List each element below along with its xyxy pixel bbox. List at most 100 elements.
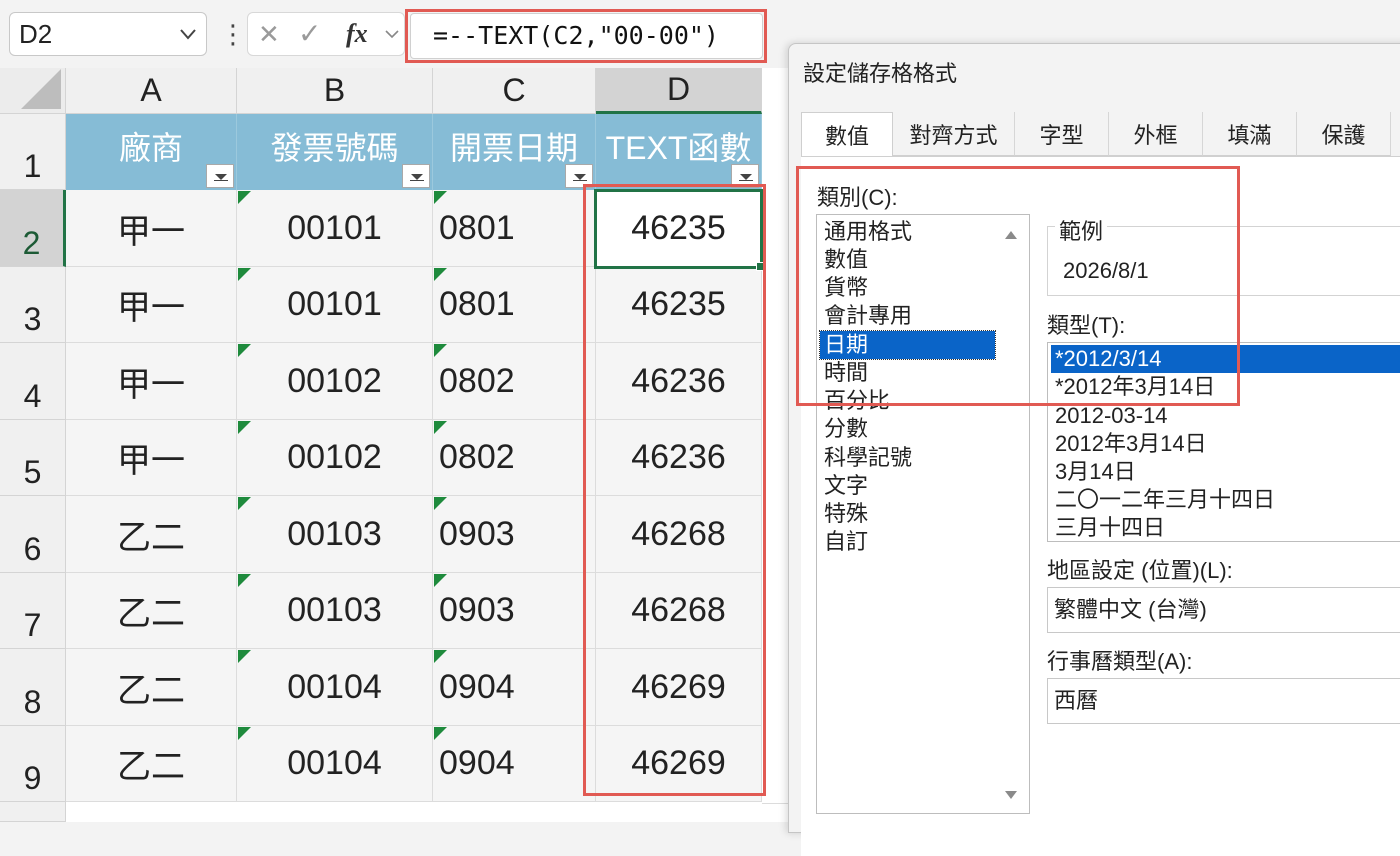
column-header-d[interactable]: D	[596, 68, 762, 114]
list-item[interactable]: 三月十四日	[1051, 514, 1400, 541]
cancel-icon[interactable]: ✕	[258, 13, 280, 55]
list-item[interactable]: 自訂	[820, 528, 995, 556]
error-indicator-icon[interactable]	[434, 344, 447, 357]
table-cell[interactable]: 00104	[237, 726, 433, 802]
scroll-up-icon[interactable]	[1005, 231, 1017, 239]
list-item[interactable]: *2012年3月14日	[1051, 373, 1400, 401]
table-cell[interactable]: 00104	[237, 649, 433, 726]
error-indicator-icon[interactable]	[238, 727, 251, 740]
error-indicator-icon[interactable]	[434, 727, 447, 740]
table-header-cell[interactable]: 開票日期	[433, 114, 596, 190]
table-header-cell[interactable]: TEXT函數	[596, 114, 762, 190]
error-indicator-icon[interactable]	[434, 650, 447, 663]
table-cell[interactable]: 0903	[433, 573, 596, 649]
table-cell[interactable]: 甲一	[66, 420, 237, 496]
locale-select[interactable]: 繁體中文 (台灣)	[1047, 587, 1400, 633]
table-cell[interactable]: 乙二	[66, 573, 237, 649]
table-cell[interactable]: 46235	[596, 190, 762, 267]
table-cell[interactable]: 46268	[596, 573, 762, 649]
chevron-down-icon[interactable]	[179, 13, 197, 70]
empty-column[interactable]	[762, 114, 790, 804]
list-item[interactable]: 2012-03-14	[1051, 402, 1400, 430]
table-cell[interactable]: 0904	[433, 726, 596, 802]
table-cell[interactable]: 46235	[596, 267, 762, 343]
table-cell[interactable]: 甲一	[66, 267, 237, 343]
table-cell[interactable]: 甲一	[66, 343, 237, 420]
formula-input[interactable]: =--TEXT(C2,"00-00")	[410, 13, 763, 59]
error-indicator-icon[interactable]	[238, 344, 251, 357]
error-indicator-icon[interactable]	[238, 497, 251, 510]
table-cell[interactable]: 乙二	[66, 649, 237, 726]
list-item[interactable]: 數值	[820, 246, 995, 274]
row-header-5[interactable]: 5	[0, 420, 66, 496]
list-item[interactable]: 貨幣	[820, 274, 995, 302]
row-header-3[interactable]: 3	[0, 267, 66, 343]
table-cell[interactable]: 0801	[433, 267, 596, 343]
table-cell[interactable]: 46268	[596, 496, 762, 573]
table-cell[interactable]: 乙二	[66, 496, 237, 573]
row-header-8[interactable]: 8	[0, 649, 66, 726]
table-cell[interactable]: 0903	[433, 496, 596, 573]
category-list[interactable]: 通用格式 數值 貨幣 會計專用 日期 時間 百分比 分數 科學記號 文字 特殊 …	[816, 214, 1030, 814]
table-cell[interactable]: 0904	[433, 649, 596, 726]
row-header-1[interactable]: 1	[0, 114, 66, 190]
list-item-selected[interactable]: 日期	[819, 330, 996, 360]
table-header-cell[interactable]: 廠商	[66, 114, 237, 190]
error-indicator-icon[interactable]	[434, 421, 447, 434]
list-item[interactable]: 時間	[820, 359, 995, 387]
table-header-cell[interactable]: 發票號碼	[237, 114, 433, 190]
row-header-6[interactable]: 6	[0, 496, 66, 573]
select-all-button[interactable]	[0, 68, 66, 114]
tab-protection[interactable]: 保護	[1297, 112, 1391, 156]
row-header-4[interactable]: 4	[0, 343, 66, 420]
tab-fill[interactable]: 填滿	[1203, 112, 1297, 156]
table-cell[interactable]: 00103	[237, 496, 433, 573]
table-cell[interactable]: 00101	[237, 190, 433, 267]
table-cell[interactable]: 46236	[596, 420, 762, 496]
empty-row[interactable]	[66, 802, 790, 822]
list-item-selected[interactable]: *2012/3/14	[1051, 345, 1400, 373]
table-cell[interactable]: 甲一	[66, 190, 237, 267]
filter-dropdown-icon[interactable]	[206, 164, 234, 188]
error-indicator-icon[interactable]	[238, 421, 251, 434]
list-item[interactable]: 通用格式	[820, 218, 995, 246]
table-cell[interactable]: 乙二	[66, 726, 237, 802]
list-item[interactable]: 百分比	[820, 387, 995, 415]
filter-dropdown-icon[interactable]	[402, 164, 430, 188]
error-indicator-icon[interactable]	[238, 650, 251, 663]
error-indicator-icon[interactable]	[238, 574, 251, 587]
name-box[interactable]: D2	[9, 12, 207, 56]
scroll-down-icon[interactable]	[1005, 791, 1017, 799]
column-header-a[interactable]: A	[66, 68, 237, 114]
row-header-7[interactable]: 7	[0, 573, 66, 649]
column-header-b[interactable]: B	[237, 68, 433, 114]
list-item[interactable]: 文字	[820, 472, 995, 500]
table-cell[interactable]: 00103	[237, 573, 433, 649]
table-cell[interactable]: 46236	[596, 343, 762, 420]
list-item[interactable]: 特殊	[820, 500, 995, 528]
error-indicator-icon[interactable]	[434, 497, 447, 510]
table-cell[interactable]: 46269	[596, 726, 762, 802]
row-header-10[interactable]	[0, 802, 66, 822]
filter-dropdown-icon[interactable]	[731, 164, 759, 188]
list-item[interactable]: 3月14日	[1051, 458, 1400, 486]
row-header-2[interactable]: 2	[0, 190, 66, 267]
table-cell[interactable]: 46269	[596, 649, 762, 726]
error-indicator-icon[interactable]	[434, 574, 447, 587]
table-cell[interactable]: 00102	[237, 420, 433, 496]
error-indicator-icon[interactable]	[434, 268, 447, 281]
type-list[interactable]: *2012/3/14 *2012年3月14日 2012-03-14 2012年3…	[1047, 342, 1400, 542]
enter-icon[interactable]: ✓	[298, 13, 321, 55]
tab-font[interactable]: 字型	[1015, 112, 1109, 156]
list-item[interactable]: 科學記號	[820, 444, 995, 472]
error-indicator-icon[interactable]	[238, 268, 251, 281]
list-item[interactable]: 二〇一二年三月十四日	[1051, 486, 1400, 514]
list-item[interactable]: 2012年3月14日	[1051, 430, 1400, 458]
insert-function-button[interactable]: fx	[346, 13, 368, 55]
list-item[interactable]: 會計專用	[820, 302, 995, 330]
table-cell[interactable]: 00102	[237, 343, 433, 420]
column-header-c[interactable]: C	[433, 68, 596, 114]
tab-number[interactable]: 數值	[801, 112, 893, 156]
list-item[interactable]: 分數	[820, 415, 995, 443]
error-indicator-icon[interactable]	[434, 191, 447, 204]
